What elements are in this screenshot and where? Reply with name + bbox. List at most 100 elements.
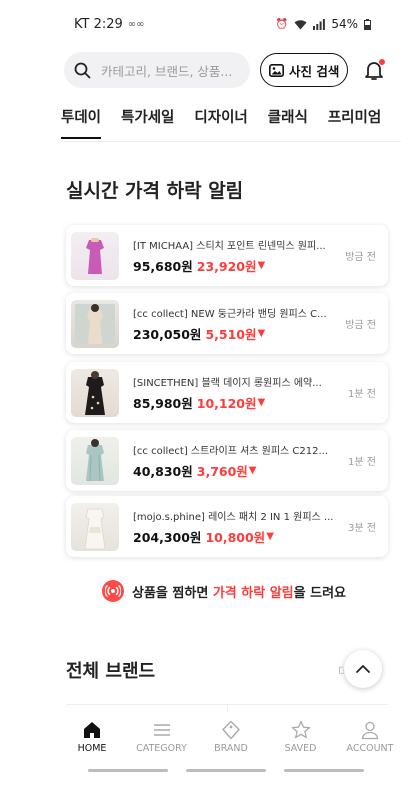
card-text: [cc collect] 스트라이프 셔츠 원피스 C212... 40,830… (133, 442, 340, 480)
nav-account[interactable]: ACCOUNT (339, 712, 401, 762)
price-alert-card[interactable]: [mojo.s.phine] 레이스 패치 2 IN 1 원피스 ... 204… (66, 496, 388, 557)
price-alert-card[interactable]: [IT MICHAA] 스티치 포인트 린넨믹스 원피... 95,680원 2… (66, 225, 388, 286)
search-row: 카테고리, 브랜드, 상품... 사진 검색 (64, 52, 394, 88)
price-drop-amount: 23,920원 (196, 258, 257, 274)
gesture-bar-center (186, 769, 266, 772)
price-drop-amount: 10,120원 (196, 395, 257, 411)
price-drop-amount: 3,760원 (196, 463, 248, 479)
star-icon (291, 720, 310, 739)
nav-category[interactable]: CATEGORY (131, 712, 193, 762)
tab-today[interactable]: 투데이 (61, 106, 102, 142)
down-arrow-icon: ▼ (266, 530, 274, 542)
price-drop-amount: 5,510원 (205, 326, 257, 342)
signal-icon (313, 18, 326, 30)
gesture-bar-right (284, 769, 364, 772)
status-bar: KT 2:29 ∞∞ ⏰ 54% (0, 0, 417, 48)
tag-icon (222, 720, 240, 740)
notification-button[interactable] (362, 58, 386, 82)
promo-highlight: 가격 하락 알림 (212, 585, 294, 601)
status-left: KT 2:29 ∞∞ (74, 17, 144, 32)
card-text: [SINCETHEN] 블랙 데이지 롱원피스 에약... 85,980원 10… (133, 374, 340, 412)
scroll-top-button[interactable] (344, 650, 382, 688)
price-row: 204,300원 10,800원 ▼ (133, 527, 340, 546)
card-text: [IT MICHAA] 스티치 포인트 린넨믹스 원피... 95,680원 2… (133, 237, 337, 275)
price-row: 95,680원 23,920원 ▼ (133, 256, 337, 275)
brands-title: 전체 브랜드 (66, 661, 156, 682)
nav-label: ACCOUNT (346, 743, 394, 754)
category-tabs: 투데이 특가세일 디자이너 클래식 프리미엄 (61, 106, 417, 142)
price-row: 40,830원 3,760원 ▼ (133, 461, 340, 480)
nav-label: SAVED (284, 743, 317, 754)
user-icon (361, 721, 379, 740)
alert-time: 1분 전 (348, 457, 376, 468)
wifi-icon (294, 19, 307, 29)
price-drop: 10,800원 ▼ (205, 527, 273, 546)
tab-sale[interactable]: 특가세일 (121, 106, 174, 142)
menu-icon (153, 724, 170, 736)
nav-label: HOME (77, 743, 107, 754)
nav-saved[interactable]: SAVED (270, 712, 332, 762)
tabs-divider (61, 141, 401, 142)
promo-text-post: 을 드려요 (293, 585, 346, 601)
price-row: 85,980원 10,120원 ▼ (133, 393, 340, 412)
product-thumbnail (71, 231, 119, 280)
down-arrow-icon: ▼ (257, 327, 266, 339)
product-title: [cc collect] NEW 둥근카라 밴딩 원피스 C... (133, 308, 327, 320)
nav-brand[interactable]: BRAND (200, 712, 262, 762)
tab-premium[interactable]: 프리미엄 (328, 106, 381, 142)
status-right: ⏰ 54% (276, 17, 371, 31)
product-price: 204,300원 (133, 529, 202, 545)
product-price: 40,830원 (133, 463, 193, 479)
status-extra: ∞∞ (127, 18, 145, 30)
product-title: [mojo.s.phine] 레이스 패치 2 IN 1 원피스 ... (133, 511, 334, 523)
price-row: 230,050원 5,510원 ▼ (133, 324, 337, 343)
product-title: [IT MICHAA] 스티치 포인트 린넨믹스 원피... (133, 240, 326, 252)
alert-time: 3분 전 (348, 523, 376, 534)
search-placeholder: 카테고리, 브랜드, 상품... (101, 63, 233, 79)
card-text: [cc collect] NEW 둥근카라 밴딩 원피스 C... 230,05… (133, 305, 337, 343)
battery-icon (364, 18, 371, 30)
card-text: [mojo.s.phine] 레이스 패치 2 IN 1 원피스 ... 204… (133, 508, 340, 546)
product-title: [SINCETHEN] 블랙 데이지 롱원피스 에약... (133, 377, 322, 389)
alert-time: 1분 전 (348, 389, 376, 400)
price-alert-card[interactable]: [cc collect] 스트라이프 셔츠 원피스 C212... 40,830… (66, 430, 388, 491)
price-alert-title: 실시간 가격 하락 알림 (66, 180, 244, 202)
home-icon (84, 722, 100, 738)
product-title: [cc collect] 스트라이프 셔츠 원피스 C212... (133, 445, 329, 457)
product-price: 95,680원 (133, 258, 193, 274)
product-price: 85,980원 (133, 395, 193, 411)
down-arrow-icon: ▼ (257, 396, 266, 408)
search-input[interactable]: 카테고리, 브랜드, 상품... (64, 52, 250, 88)
tab-designer[interactable]: 디자이너 (194, 106, 247, 142)
photo-search-button[interactable]: 사진 검색 (260, 53, 349, 87)
product-price: 230,050원 (133, 326, 202, 342)
alert-time: 방금 전 (345, 320, 376, 331)
tab-classic[interactable]: 클래식 (268, 106, 308, 142)
nav-label: CATEGORY (136, 743, 187, 754)
gesture-bar-left (88, 769, 168, 772)
status-time: KT 2:29 (74, 16, 123, 32)
price-alert-promo: 상품을 찜하면 가격 하락 알림을 드려요 (102, 580, 346, 602)
product-thumbnail (71, 436, 119, 485)
promo-text: 상품을 찜하면 가격 하락 알림을 드려요 (132, 582, 346, 601)
price-drop: 23,920원 ▼ (197, 256, 265, 275)
price-drop: 10,120원 ▼ (197, 393, 265, 412)
nav-home[interactable]: HOME (61, 712, 123, 762)
promo-text-pre: 상품을 찜하면 (132, 585, 213, 601)
battery-level: 54% (331, 17, 358, 31)
alert-time: 방금 전 (345, 252, 376, 263)
alarm-icon: ⏰ (275, 18, 289, 30)
alert-broadcast-icon (102, 580, 124, 602)
price-drop: 5,510원 ▼ (205, 324, 265, 343)
product-thumbnail (71, 299, 119, 348)
photo-search-label: 사진 검색 (289, 63, 340, 79)
product-thumbnail (71, 502, 119, 551)
nav-label: BRAND (214, 743, 248, 754)
price-alert-card[interactable]: [SINCETHEN] 블랙 데이지 롱원피스 에약... 85,980원 10… (66, 362, 388, 423)
down-arrow-icon: ▼ (257, 259, 266, 271)
search-icon (74, 62, 91, 78)
price-alert-card[interactable]: [cc collect] NEW 둥근카라 밴딩 원피스 C... 230,05… (66, 293, 388, 354)
bottom-nav: HOME CATEGORY BRAND SAVED ACCOUNT (61, 712, 401, 762)
product-thumbnail (71, 368, 119, 417)
price-drop: 3,760원 ▼ (197, 461, 257, 480)
